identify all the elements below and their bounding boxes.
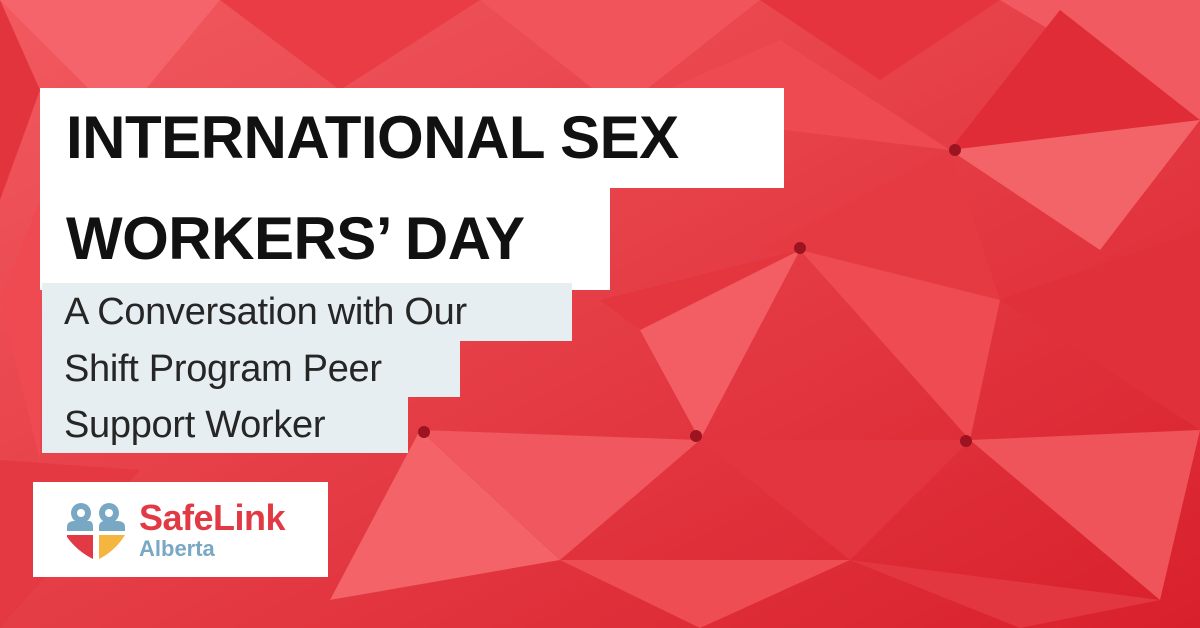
heart-people-icon	[67, 502, 125, 559]
title-line-2: WORKERS’ DAY	[40, 188, 610, 290]
subtitle-line-2: Shift Program Peer	[42, 341, 460, 397]
subtitle-line-1: A Conversation with Our	[42, 283, 572, 341]
logo-name: SafeLink	[139, 496, 286, 538]
logo-region: Alberta	[139, 535, 215, 561]
subtitle-line-3: Support Worker	[42, 397, 408, 453]
title-line-1: INTERNATIONAL SEX	[40, 88, 784, 188]
safelink-logo: SafeLink Alberta	[33, 482, 328, 577]
